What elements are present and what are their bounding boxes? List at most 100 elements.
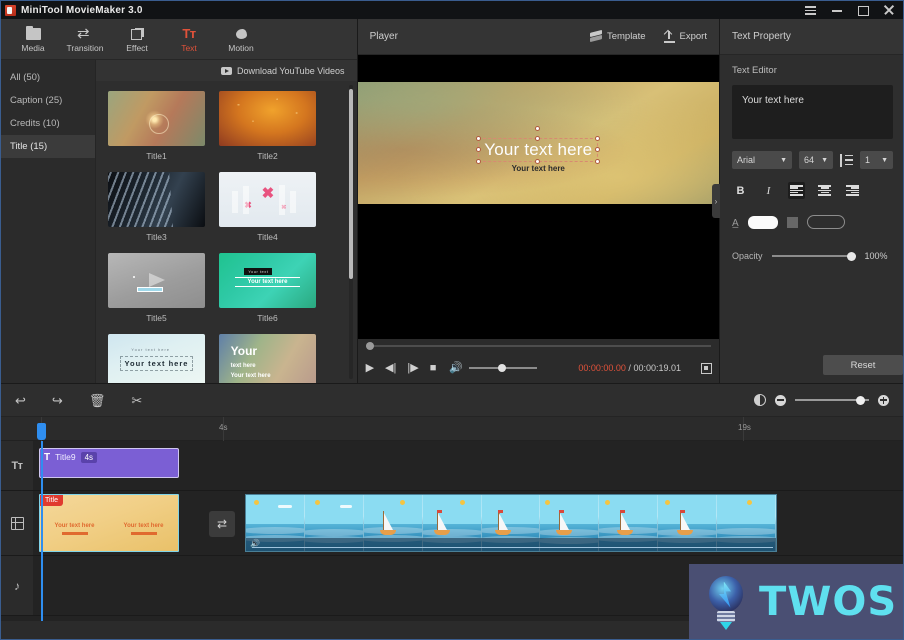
opacity-slider[interactable]: [771, 251, 856, 261]
line-spacing-icon: [840, 153, 853, 167]
tab-motion-label: Motion: [228, 43, 254, 53]
tab-transition[interactable]: Transition: [59, 25, 111, 53]
seek-handle[interactable]: [365, 342, 374, 350]
video-clip[interactable]: 🔊: [245, 494, 777, 552]
template-item[interactable]: Your text here Your text here Title7: [108, 334, 205, 383]
text-color-icon: A̲: [732, 217, 739, 229]
minimize-icon[interactable]: [831, 4, 843, 16]
text-clip[interactable]: T Title9 4s: [39, 448, 179, 478]
align-right-button[interactable]: [844, 182, 861, 199]
template-sample-head: Your: [230, 343, 258, 358]
redo-icon[interactable]: ↪: [52, 394, 63, 407]
font-size-select[interactable]: 64 ▼: [799, 151, 833, 169]
download-youtube-row[interactable]: Download YouTube Videos: [96, 60, 357, 81]
title-clip-text: Your text here: [109, 523, 178, 535]
export-button[interactable]: Export: [663, 30, 707, 43]
panel-collapse-handle[interactable]: ›: [712, 184, 720, 218]
text-track: Tт T Title9 4s: [1, 441, 903, 491]
seek-bar[interactable]: [357, 339, 719, 353]
tab-transition-label: Transition: [66, 43, 104, 53]
font-family-value: Arial: [737, 155, 756, 165]
playhead-grip[interactable]: [37, 423, 46, 440]
fullscreen-icon[interactable]: [701, 363, 712, 374]
player-header: Player Template Export: [357, 19, 719, 55]
bold-button[interactable]: B: [732, 182, 749, 199]
outline-color-swatch[interactable]: [786, 216, 798, 228]
tab-motion[interactable]: Motion: [215, 25, 267, 53]
template-thumbnail: [108, 91, 205, 146]
tab-text[interactable]: Tт Text: [163, 25, 215, 53]
tab-media[interactable]: Media: [7, 25, 59, 53]
line-spacing-value: 1: [865, 155, 871, 165]
template-scrollbar[interactable]: [348, 89, 353, 279]
title-clip[interactable]: Title Your text here Your text here: [39, 494, 179, 552]
template-item[interactable]: Title2: [219, 91, 316, 161]
watermark-text: TWOS: [759, 578, 898, 625]
contrast-icon[interactable]: [754, 394, 766, 406]
play-button[interactable]: ▶: [366, 362, 374, 374]
preview-text-overlay[interactable]: Your text here: [476, 126, 601, 164]
zoom-in-icon[interactable]: [878, 394, 889, 406]
watermark: TWOS: [689, 564, 903, 639]
template-thumbnail: Your text Your text here: [219, 253, 316, 308]
template-item[interactable]: ✖ ✖ ✖ Title4: [219, 172, 316, 242]
title-clip-text: Your text here: [40, 523, 109, 535]
category-title[interactable]: Title (15): [1, 135, 95, 158]
italic-button[interactable]: I: [760, 182, 777, 199]
category-credits[interactable]: Credits (10): [1, 112, 95, 135]
player-title: Player: [369, 31, 398, 42]
trash-icon[interactable]: 🗑: [89, 394, 106, 407]
timecode: 00:00:00.00 / 00:00:19.01: [578, 363, 681, 373]
volume-slider[interactable]: [469, 364, 538, 372]
selection-box: [476, 126, 601, 164]
line-spacing-select[interactable]: 1 ▼: [860, 151, 893, 169]
scissors-icon[interactable]: ✂: [131, 394, 142, 407]
template-sample-line1: text here: [230, 362, 256, 369]
align-center-button[interactable]: [816, 182, 833, 199]
align-left-button[interactable]: [788, 182, 805, 199]
preview-canvas: Your text here Your text here: [357, 82, 719, 204]
opacity-label: Opacity: [732, 251, 763, 261]
template-item[interactable]: Your text Your text here Title6: [219, 253, 316, 323]
close-icon[interactable]: [883, 4, 895, 16]
preview-stage[interactable]: Your text here Your text here: [357, 55, 719, 339]
undo-icon[interactable]: ↩: [15, 394, 26, 407]
text-track-icon: Tт: [11, 459, 23, 472]
template-item[interactable]: Title1: [108, 91, 205, 161]
stop-button[interactable]: ■: [430, 362, 437, 374]
timeline-ruler[interactable]: 0s 4s 19s: [1, 417, 903, 580]
text-track-body[interactable]: T Title9 4s: [33, 441, 903, 490]
text-editor-input[interactable]: Your text here: [732, 85, 893, 139]
template-thumbnail: [219, 91, 316, 146]
text-fill-swatch[interactable]: [747, 215, 778, 229]
reset-button[interactable]: Reset: [823, 355, 903, 375]
timeline-zoom-slider[interactable]: [795, 395, 869, 405]
template-item[interactable]: Title5: [108, 253, 205, 323]
category-caption[interactable]: Caption (25): [1, 89, 95, 112]
category-all[interactable]: All (50): [1, 66, 95, 89]
export-button-label: Export: [679, 31, 707, 42]
outline-style-swatch[interactable]: [806, 215, 845, 229]
player-panel: Player Template Export Your text here Yo…: [357, 19, 720, 383]
menu-icon[interactable]: [805, 4, 817, 16]
volume-icon[interactable]: 🔊: [449, 362, 463, 374]
playhead[interactable]: [37, 423, 46, 621]
template-item[interactable]: Title3: [108, 172, 205, 242]
template-button-label: Template: [606, 31, 646, 42]
template-item[interactable]: Your text here Your text here Title8: [219, 334, 316, 383]
video-track-header: [1, 491, 33, 555]
maximize-icon[interactable]: [857, 4, 869, 16]
template-button[interactable]: Template: [590, 31, 646, 42]
video-track-body[interactable]: Title Your text here Your text here ⇄ 🔊: [33, 491, 903, 555]
tab-effect[interactable]: Effect: [111, 25, 163, 53]
template-label: Title6: [257, 313, 278, 323]
prev-frame-button[interactable]: ◀|: [385, 362, 396, 374]
text-clip-icon: T: [44, 452, 51, 463]
zoom-out-icon[interactable]: [775, 394, 786, 406]
media-icon: [25, 25, 41, 40]
font-family-select[interactable]: Arial ▼: [732, 151, 792, 169]
template-icon: [590, 31, 602, 42]
text-property-body: Text Editor Your text here Arial ▼ 64 ▼ …: [720, 55, 903, 383]
next-frame-button[interactable]: |▶: [407, 362, 418, 374]
transition-swap-icon[interactable]: ⇄: [209, 511, 235, 537]
